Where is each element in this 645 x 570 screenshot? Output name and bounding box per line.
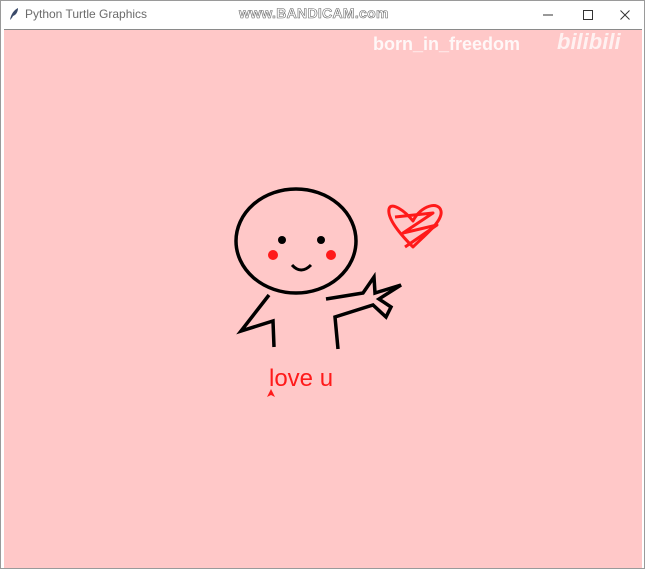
love-message: love u: [269, 365, 334, 392]
right-eye: [317, 236, 325, 244]
head-outline: [234, 187, 358, 295]
smile: [290, 263, 313, 272]
right-blush: [326, 250, 336, 260]
right-arm: [325, 271, 402, 350]
left-blush: [268, 250, 278, 260]
scribble-heart: [387, 204, 443, 249]
turtle-window: Python Turtle Graphics www.BANDICAM.com …: [0, 0, 645, 569]
turtle-drawing: [234, 187, 443, 350]
left-arm: [236, 293, 276, 348]
turtle-arrow-icon: [267, 389, 275, 397]
left-eye: [278, 236, 286, 244]
